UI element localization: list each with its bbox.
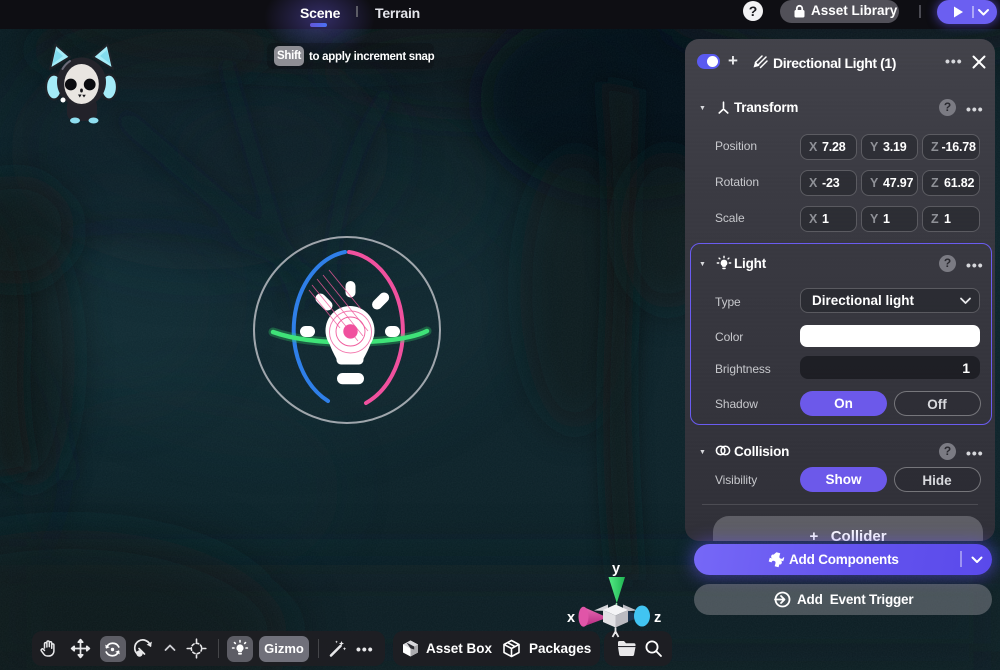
svg-text:z: z — [654, 610, 661, 626]
svg-text:x: x — [567, 610, 575, 626]
svg-text:y: y — [612, 561, 620, 577]
